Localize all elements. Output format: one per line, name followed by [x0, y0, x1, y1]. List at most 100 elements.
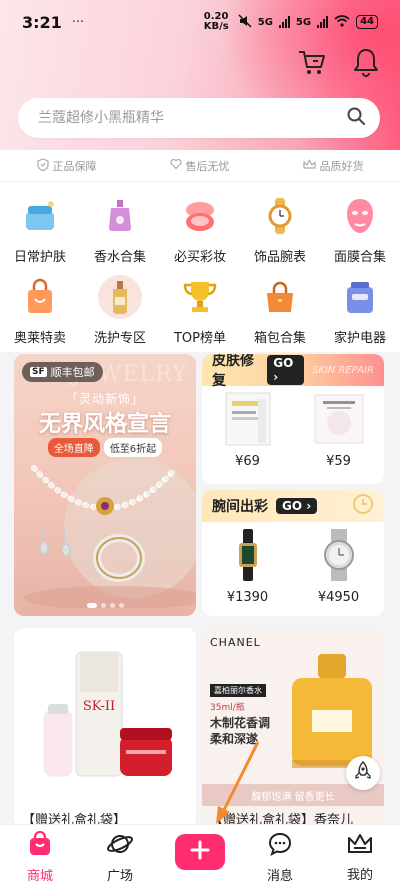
status-bar: 3:21 ··· 0.20 KB/s 5G 5G 44 [0, 0, 400, 44]
banner-tags: 全场直降 低至6折起 [14, 438, 196, 457]
product-price: ¥4950 [317, 590, 360, 605]
tab-label: 我的 [346, 867, 373, 883]
category-bags[interactable]: 箱包合集 [240, 271, 320, 351]
tab-label: 商城 [26, 868, 53, 884]
product-price: ¥59 [326, 454, 351, 469]
guarantee-quality: 品质好货 [302, 158, 364, 174]
category-label: 洗护专区 [93, 331, 146, 346]
category-label: 箱包合集 [253, 331, 306, 346]
makeup-compact-icon [178, 194, 222, 238]
guarantee-authentic: 正品保障 [36, 157, 97, 174]
trophy-icon [178, 275, 222, 319]
wrist-card[interactable]: 腕间出彩 GO › ¥1390 ¥4950 [202, 490, 384, 616]
carousel-indicator [14, 603, 196, 608]
perfume-bottle-icon [98, 194, 142, 238]
bell-icon[interactable] [350, 46, 382, 78]
net1-label: 5G [257, 16, 273, 28]
category-mask[interactable]: 面膜合集 [320, 190, 400, 270]
shampoo-bottle-icon [98, 275, 142, 319]
shopping-bag-icon [27, 830, 53, 861]
go-label: GO [282, 499, 303, 513]
skii-product-image: SK-II [43, 651, 172, 777]
product-image [307, 390, 371, 448]
header-actions [296, 46, 382, 78]
badge-label: 顺丰包邮 [50, 366, 95, 379]
search-input[interactable] [38, 110, 346, 126]
guarantee-label: 售后无忧 [185, 159, 230, 173]
annotation-arrow-icon [216, 741, 260, 824]
tab-label: 广场 [106, 868, 133, 884]
category-label: 必买彩妆 [173, 250, 226, 265]
skin-repair-card[interactable]: 皮肤修复 GO › SKIN REPAIR ¥69 ¥59 [202, 354, 384, 484]
mute-icon [238, 13, 252, 31]
section-title: 皮肤修复 [212, 354, 254, 389]
product-tag: 嘉柏丽尔香水 [210, 684, 266, 697]
tab-post[interactable] [170, 834, 230, 870]
crown-icon [302, 158, 316, 173]
back-to-top-button[interactable] [346, 756, 380, 790]
header-watermark: SKIN REPAIR [311, 364, 374, 376]
discount-tag: 全场直降 [47, 438, 100, 457]
handbag-icon [258, 275, 302, 319]
product-item[interactable]: ¥59 [307, 390, 371, 469]
tab-messages[interactable]: 消息 [250, 831, 310, 884]
go-button[interactable]: GO › [276, 498, 318, 514]
battery-indicator: 44 [356, 15, 378, 29]
plus-icon [190, 840, 210, 864]
product-item[interactable]: ¥69 [216, 390, 280, 469]
network-speed: 0.20 KB/s [203, 11, 229, 32]
product-image [307, 526, 371, 584]
section-title: 腕间出彩 [212, 499, 268, 515]
search-bar[interactable] [18, 98, 380, 138]
signal-icon [278, 16, 290, 28]
status-icons: 0.20 KB/s 5G 5G 44 [204, 12, 378, 32]
category-wash[interactable]: 洗护专区 [80, 271, 160, 351]
go-button[interactable]: GO › [267, 355, 304, 385]
bottom-tab-bar: 商城 广场 消息 我的 [0, 824, 400, 889]
category-makeup[interactable]: 必买彩妆 [160, 190, 240, 270]
category-label: 香水合集 [93, 250, 146, 265]
category-grid: 日常护肤 香水合集 必买彩妆 饰品腕表 面膜合集 奥莱特卖 洗护专区 TOP榜单… [0, 182, 400, 352]
product-row: ¥1390 ¥4950 [202, 522, 384, 605]
guarantee-label: 正品保障 [52, 159, 97, 173]
discount-tag: 低至6折起 [103, 438, 163, 457]
category-top[interactable]: TOP榜单 [160, 271, 240, 351]
product-image [216, 526, 280, 584]
guarantee-strip: 正品保障 售后无忧 品质好货 [0, 150, 400, 182]
sf-logo-icon: SF [30, 367, 47, 377]
appliance-icon [338, 275, 382, 319]
guarantee-label: 品质好货 [319, 159, 364, 173]
guarantee-aftersales: 售后无忧 [169, 158, 230, 174]
feed-card-skii[interactable]: SK-II 【赠送礼盒礼袋】 [14, 628, 196, 828]
tab-square[interactable]: 广场 [90, 831, 150, 884]
shopping-bag-icon [18, 275, 62, 319]
skincare-jar-icon [18, 194, 62, 238]
category-label: 面膜合集 [333, 250, 386, 265]
category-skincare[interactable]: 日常护肤 [0, 190, 80, 270]
tab-mall[interactable]: 商城 [10, 830, 70, 884]
product-item[interactable]: ¥1390 [216, 526, 280, 605]
product-image [216, 390, 280, 448]
product-row: ¥69 ¥59 [202, 386, 384, 469]
wifi-icon [334, 14, 350, 30]
jewelry-banner[interactable]: JEWELRY SF 顺丰包邮 「灵动新饰」 无界风格宣言 全场直降 低至6折起 [14, 354, 196, 616]
chanel-brand: CHANEL [210, 636, 261, 649]
category-appliance[interactable]: 家护电器 [320, 271, 400, 351]
status-time: 3:21 [22, 12, 62, 32]
tab-profile[interactable]: 我的 [330, 832, 390, 883]
net2-label: 5G [295, 16, 312, 28]
shield-icon [36, 157, 49, 174]
category-outlet[interactable]: 奥莱特卖 [0, 271, 80, 351]
category-perfume[interactable]: 香水合集 [80, 190, 160, 270]
skin-repair-header: 皮肤修复 GO › SKIN REPAIR [202, 354, 384, 389]
post-button[interactable] [175, 834, 225, 870]
product-price: ¥69 [235, 454, 260, 469]
category-watch[interactable]: 饰品腕表 [240, 190, 320, 270]
status-notification-dots: ··· [71, 14, 85, 30]
banner-subtitle: 「灵动新饰」 [65, 392, 144, 406]
product-item[interactable]: ¥4950 [307, 526, 371, 605]
cart-icon[interactable] [296, 46, 328, 78]
heart-icon [169, 158, 182, 173]
search-icon[interactable] [346, 106, 366, 130]
rocket-icon [354, 760, 372, 785]
